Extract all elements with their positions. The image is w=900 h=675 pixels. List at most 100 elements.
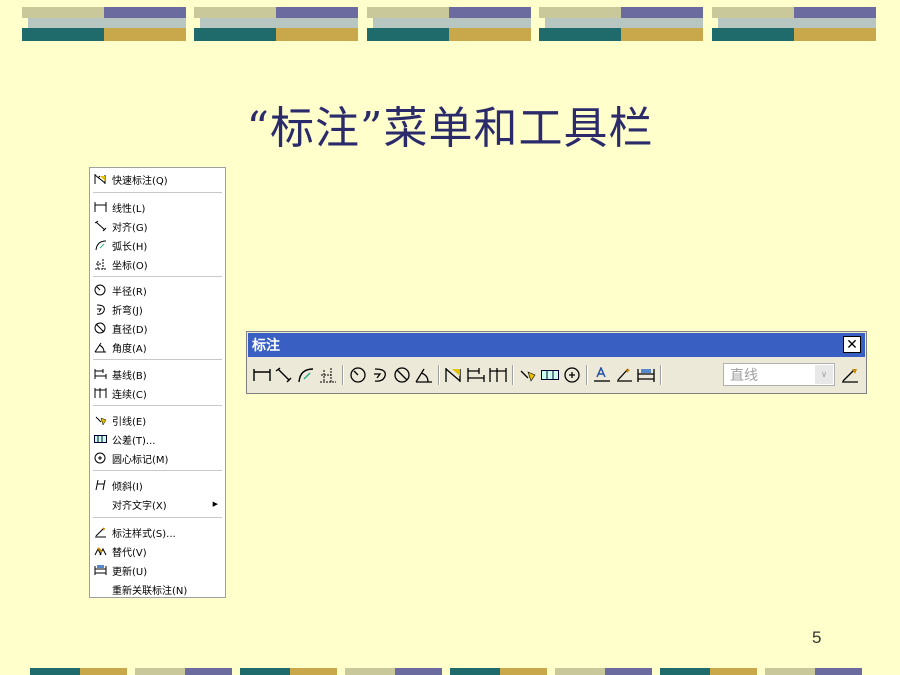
menu-item-label: 标注样式(S)... [112, 528, 176, 540]
menu-item-label: 角度(A) [112, 343, 147, 355]
menu-item-continue[interactable]: 连续(C) [90, 384, 225, 402]
band-segment [555, 668, 605, 675]
band-segment [290, 668, 337, 675]
dimension-toolbar: 标注 ✕ 直线 ∨ [246, 331, 867, 394]
leader-button[interactable] [517, 364, 539, 386]
menu-item-update[interactable]: 更新(U) [90, 561, 225, 579]
band-segment [240, 668, 290, 675]
menu-separator [93, 470, 222, 471]
menu-item-oblique[interactable]: 倾斜(I) [90, 476, 225, 494]
menu-item-label: 更新(U) [112, 566, 148, 578]
update-button[interactable] [635, 364, 657, 386]
dimension-menu: 快速标注(Q) 线性(L) 对齐(G) 弧长(H) 坐标(O) 半径(R) 折弯… [89, 167, 226, 598]
baseline-icon [93, 368, 107, 380]
menu-item-linear[interactable]: 线性(L) [90, 198, 225, 216]
center-mark-icon [564, 367, 580, 383]
bottom-decorative-band [30, 668, 870, 675]
oblique-icon [93, 479, 107, 491]
tolerance-icon [93, 433, 107, 445]
continue-button[interactable] [487, 364, 509, 386]
menu-item-arc-length[interactable]: 弧长(H) [90, 236, 225, 254]
menu-item-leader[interactable]: 引线(E) [90, 411, 225, 429]
menu-item-label: 折弯(J) [112, 305, 143, 317]
menu-item-jogged[interactable]: 折弯(J) [90, 300, 225, 318]
slide-title: “标注”菜单和工具栏 [246, 103, 654, 154]
dimension-style-select[interactable]: 直线 ∨ [723, 363, 835, 386]
linear-dimension-button[interactable] [251, 364, 273, 386]
toolbar-buttons: 直线 ∨ [251, 362, 863, 388]
menu-item-dimension-style[interactable]: 标注样式(S)... [90, 523, 225, 541]
ordinate-button[interactable] [317, 364, 339, 386]
menu-item-override[interactable]: 替代(V) [90, 542, 225, 560]
center-mark-button[interactable] [561, 364, 583, 386]
menu-item-label: 引线(E) [112, 416, 147, 428]
radius-button[interactable] [347, 364, 369, 386]
chevron-down-icon[interactable]: ∨ [815, 365, 833, 384]
tolerance-button[interactable] [539, 364, 561, 386]
toolbar-title-bar[interactable]: 标注 ✕ [248, 333, 865, 357]
menu-item-label: 半径(R) [112, 286, 147, 298]
leader-icon [93, 414, 107, 426]
band-block [367, 7, 531, 41]
dimension-text-edit-icon [617, 368, 632, 382]
quick-dimension-icon [93, 173, 107, 185]
menu-item-ordinate[interactable]: 坐标(O) [90, 255, 225, 273]
band-segment [395, 668, 442, 675]
menu-item-diameter[interactable]: 直径(D) [90, 319, 225, 337]
menu-item-label: 基线(B) [112, 370, 147, 382]
menu-separator [93, 405, 222, 406]
angular-button[interactable] [413, 364, 435, 386]
dimension-style-button[interactable] [839, 364, 861, 386]
aligned-dimension-button[interactable] [273, 364, 295, 386]
menu-separator [93, 192, 222, 193]
menu-separator [93, 276, 222, 277]
menu-item-align-text[interactable]: 对齐文字(X) ▶ [90, 495, 225, 513]
radius-icon [350, 367, 366, 383]
top-decorative-band [22, 7, 878, 41]
diameter-button[interactable] [391, 364, 413, 386]
band-block [22, 7, 186, 41]
menu-item-label: 坐标(O) [112, 260, 148, 272]
dimension-text-edit-button[interactable] [613, 364, 635, 386]
menu-item-reassociate[interactable]: 重新关联标注(N) [90, 580, 225, 598]
arc-length-button[interactable] [295, 364, 317, 386]
band-segment [500, 668, 547, 675]
menu-item-baseline[interactable]: 基线(B) [90, 365, 225, 383]
band-segment [185, 668, 232, 675]
close-icon: ✕ [846, 336, 858, 353]
menu-item-label: 直径(D) [112, 324, 148, 336]
linear-dimension-icon [253, 369, 271, 381]
menu-item-angular[interactable]: 角度(A) [90, 338, 225, 356]
toolbar-separator [512, 365, 514, 385]
band-segment [605, 668, 652, 675]
toolbar-title: 标注 [252, 338, 280, 354]
radius-icon [93, 284, 107, 296]
jogged-button[interactable] [369, 364, 391, 386]
aligned-dimension-icon [93, 220, 107, 232]
dimension-style-value: 直线 [730, 367, 758, 384]
quick-dimension-button[interactable] [443, 364, 465, 386]
page-number: 5 [812, 628, 822, 647]
menu-item-aligned[interactable]: 对齐(G) [90, 217, 225, 235]
dimension-style-icon [842, 369, 858, 383]
dimension-edit-button[interactable] [591, 364, 613, 386]
menu-item-quick-dimension[interactable]: 快速标注(Q) [90, 170, 225, 188]
close-button[interactable]: ✕ [843, 336, 861, 353]
band-block [712, 7, 876, 41]
band-segment [660, 668, 710, 675]
diameter-icon [93, 322, 107, 334]
menu-separator [93, 517, 222, 518]
baseline-button[interactable] [465, 364, 487, 386]
menu-item-label: 公差(T)... [112, 435, 156, 447]
toolbar-separator [342, 365, 344, 385]
menu-item-center-mark[interactable]: 圆心标记(M) [90, 449, 225, 467]
ordinate-icon [93, 258, 107, 270]
center-mark-icon [93, 452, 107, 464]
menu-item-radius[interactable]: 半径(R) [90, 281, 225, 299]
menu-item-tolerance[interactable]: 公差(T)... [90, 430, 225, 448]
menu-item-label: 连续(C) [112, 389, 147, 401]
ordinate-icon [320, 368, 336, 383]
quick-dimension-icon [445, 368, 461, 382]
leader-icon [520, 370, 536, 382]
update-icon [93, 564, 107, 576]
